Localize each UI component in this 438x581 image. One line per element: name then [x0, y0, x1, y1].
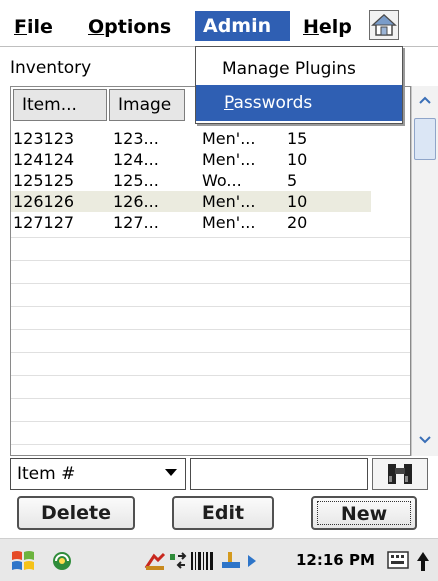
cell-image: 127... [113, 213, 159, 232]
menu-item-passwords-label: asswords [233, 93, 313, 113]
grid-line [11, 237, 410, 238]
menu-options[interactable]: Options [88, 13, 171, 41]
cell-desc: Wo... [202, 171, 242, 190]
grid-line [11, 283, 410, 284]
arrow-right-icon-button[interactable] [246, 553, 258, 569]
cell-desc: Men'... [202, 129, 256, 148]
play-arrow-icon [248, 555, 256, 567]
menu-options-label: ptions [104, 16, 172, 38]
new-button-label: New [317, 501, 411, 525]
search-field-select[interactable]: Item # [10, 458, 186, 490]
grid-line [11, 306, 410, 307]
new-button[interactable]: New [311, 496, 417, 530]
vertical-scrollbar[interactable] [411, 86, 438, 456]
taskbar-clock[interactable]: 12:16 PM [296, 551, 375, 569]
up-arrow-icon [417, 552, 429, 571]
barcode-icon [191, 552, 213, 570]
find-button[interactable] [372, 458, 428, 490]
status-icon-4[interactable] [218, 549, 244, 573]
grid-line [11, 260, 410, 261]
menu-admin-label: Admin [203, 15, 272, 37]
windows-logo-icon [12, 551, 34, 570]
admin-menu: Manage Plugins Passwords [195, 46, 403, 124]
column-header-image[interactable]: Image [109, 89, 185, 121]
start-button[interactable] [8, 547, 38, 575]
chevron-up-icon [419, 96, 431, 104]
scroll-down-button[interactable] [412, 428, 438, 452]
menu-help-mnemonic: H [303, 16, 319, 38]
search-row: Item # [10, 458, 438, 490]
search-input[interactable] [190, 458, 368, 490]
grid-line [11, 444, 410, 445]
cell-qty: 20 [287, 213, 308, 232]
scroll-up-button[interactable] [412, 88, 438, 112]
menu-file-mnemonic: F [14, 16, 27, 38]
cell-item: 125125 [13, 171, 75, 190]
menu-options-mnemonic: O [88, 16, 105, 38]
table-row[interactable]: 127127 127... Men'... 20 [11, 212, 371, 233]
grid-rows: 123123 123... Men'... 15 124124 124... M… [11, 124, 410, 455]
table-row[interactable]: 123123 123... Men'... 15 [11, 128, 371, 149]
cell-image: 126... [113, 192, 159, 211]
menu-bar: File Options Admin Help [0, 0, 438, 47]
column-header-item[interactable]: Item... [13, 89, 107, 121]
cell-qty: 10 [287, 150, 308, 169]
menu-help-label: elp [318, 16, 352, 38]
cell-item: 127127 [13, 213, 75, 232]
table-row[interactable]: 124124 124... Men'... 10 [11, 149, 371, 170]
scroll-thumb[interactable] [414, 118, 436, 160]
cell-item: 126126 [13, 192, 75, 211]
cell-desc: Men'... [202, 213, 256, 232]
grid-line [11, 375, 410, 376]
network-sync-icon [170, 552, 187, 569]
cell-item: 124124 [13, 150, 75, 169]
home-icon [371, 13, 397, 36]
dropdown-arrow-icon [165, 469, 177, 476]
connectivity-icon-button[interactable] [48, 547, 76, 575]
status-icon-1[interactable] [144, 549, 166, 573]
cell-qty: 15 [287, 129, 308, 148]
menu-help[interactable]: Help [303, 13, 352, 41]
status-icon-2[interactable] [168, 549, 188, 573]
grid-line [11, 421, 410, 422]
cell-desc: Men'... [202, 192, 256, 211]
power-plug-icon [222, 552, 240, 568]
cell-item: 123123 [13, 129, 75, 148]
grid-line [11, 329, 410, 330]
menu-file[interactable]: File [14, 13, 53, 41]
chevron-down-icon [419, 436, 431, 444]
status-icon-3[interactable] [190, 549, 214, 573]
cell-qty: 5 [287, 171, 298, 190]
cell-desc: Men'... [202, 150, 256, 169]
cell-image: 125... [113, 171, 159, 190]
inventory-grid[interactable]: Item... Image 123123 123... Men'... 15 1… [10, 86, 411, 456]
table-row[interactable]: 125125 125... Wo... 5 [11, 170, 371, 191]
scroll-taskbar-button[interactable] [414, 549, 432, 575]
inventory-label: Inventory [10, 58, 92, 78]
grid-line [11, 352, 410, 353]
grid-line [11, 398, 410, 399]
cell-qty: 10 [287, 192, 308, 211]
binoculars-icon [388, 464, 412, 484]
table-row[interactable]: 126126 126... Men'... 10 [11, 191, 371, 212]
home-button[interactable] [369, 10, 399, 40]
edit-button[interactable]: Edit [172, 496, 274, 530]
search-field-value: Item # [17, 464, 76, 484]
keyboard-icon [387, 551, 409, 569]
menu-item-passwords-mnemonic: P [224, 93, 234, 113]
input-panel-button[interactable] [386, 547, 410, 575]
menu-admin[interactable]: Admin [195, 11, 290, 41]
menu-item-passwords[interactable]: Passwords [196, 85, 402, 121]
menu-item-manage-plugins[interactable]: Manage Plugins [196, 51, 402, 87]
taskbar: 12:16 PM [0, 538, 438, 581]
delete-button[interactable]: Delete [17, 496, 135, 530]
menu-file-label: ile [26, 16, 53, 38]
cell-image: 124... [113, 150, 159, 169]
cell-image: 123... [113, 129, 159, 148]
alert-tool-icon [144, 552, 166, 570]
sync-connection-icon [53, 552, 71, 570]
